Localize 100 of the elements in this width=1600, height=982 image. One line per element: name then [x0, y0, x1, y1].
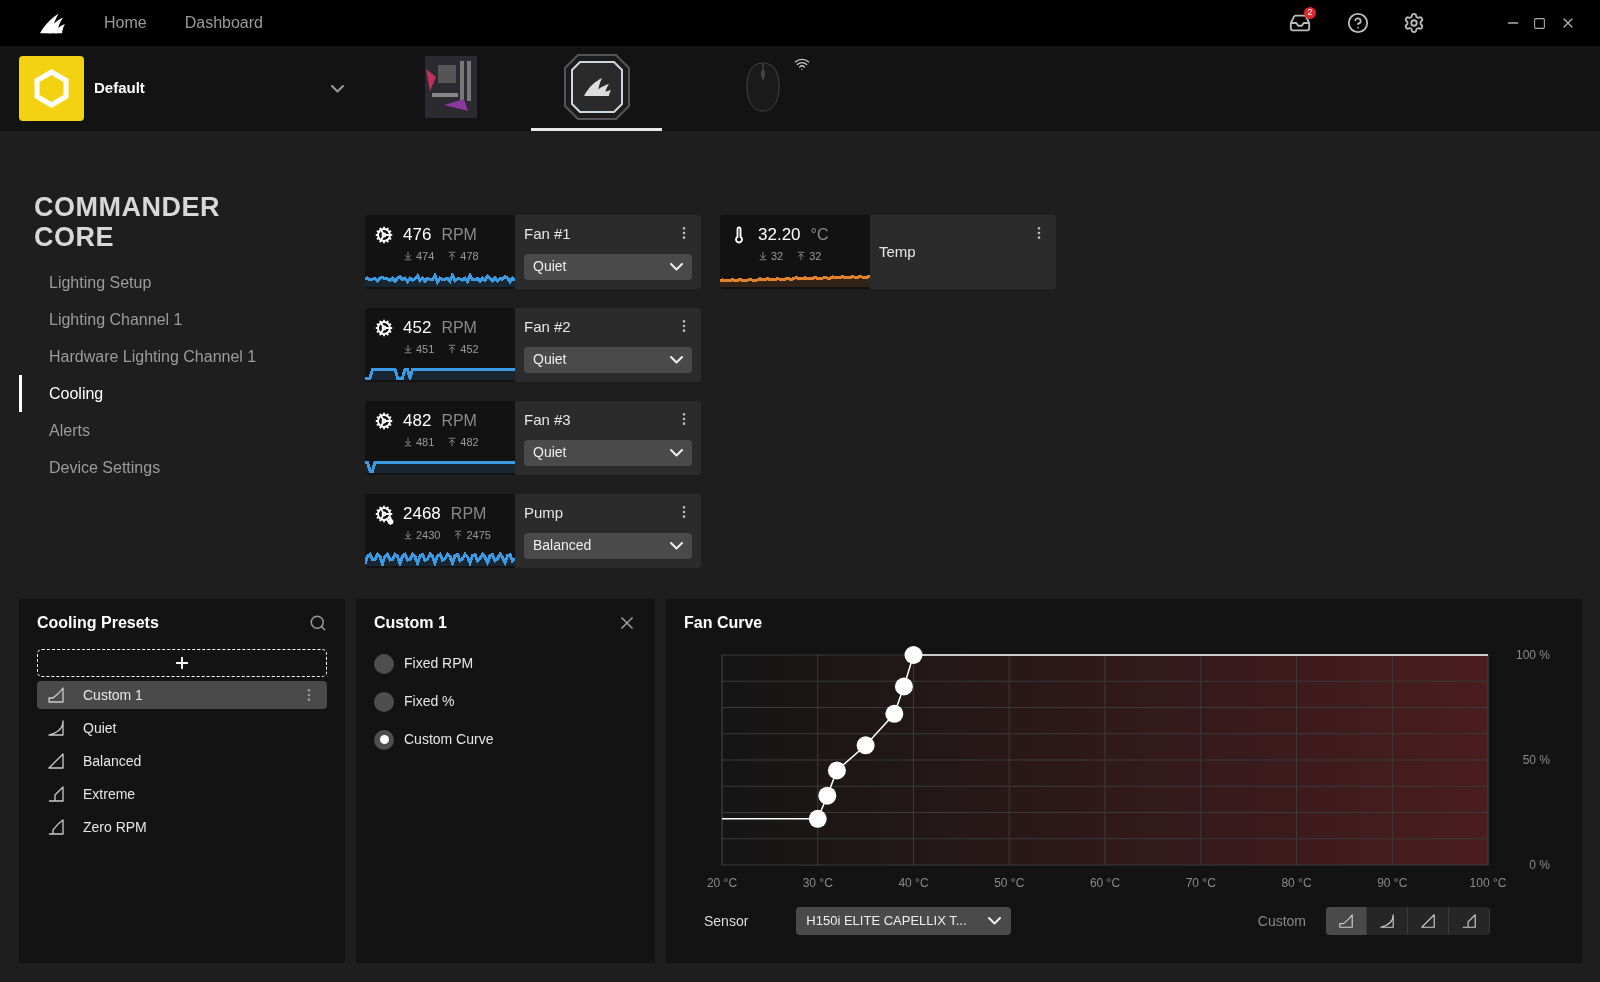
maximum-value: 478 — [460, 248, 479, 264]
sidebar-item[interactable]: Lighting Channel 1 — [19, 301, 365, 338]
channel-name: Fan #3 — [524, 410, 571, 430]
minimum-value: 481 — [416, 434, 435, 450]
curve-icon — [1338, 913, 1354, 929]
curve-icon — [47, 719, 65, 737]
minimum-value: 2430 — [416, 527, 441, 543]
channel-name: Fan #1 — [524, 224, 571, 244]
axis-label: 80 °C — [1281, 876, 1312, 890]
fan-icon — [375, 318, 393, 337]
preset-item[interactable]: Extreme — [37, 780, 327, 808]
settings-icon[interactable] — [1403, 12, 1425, 34]
maximum-value: 2475 — [466, 527, 491, 543]
chevron-icon — [670, 262, 683, 271]
sidebar-item[interactable]: Hardware Lighting Channel 1 — [19, 338, 365, 375]
radio-button[interactable] — [374, 691, 394, 712]
minimum-icon — [403, 250, 413, 261]
minimum-value: 451 — [416, 341, 435, 357]
device-title: COMMANDER CORE — [34, 192, 221, 252]
profile-selector[interactable]: Default — [19, 56, 344, 121]
preset-dropdown[interactable]: Quiet — [524, 253, 692, 280]
reading-unit: RPM — [450, 503, 487, 524]
axis-label: 50 % — [1522, 753, 1550, 767]
sidebar-item[interactable]: Device Settings — [19, 449, 365, 486]
panel-title: Fan Curve — [684, 613, 764, 633]
radio-button[interactable] — [374, 653, 394, 674]
cooler-icon — [563, 54, 630, 120]
reading-value: 32.20 — [758, 224, 801, 246]
minimum-value: 474 — [416, 248, 435, 264]
minimum-icon — [403, 436, 413, 447]
help-icon[interactable] — [1347, 12, 1369, 34]
maximum-icon — [447, 343, 458, 354]
chevron-icon — [988, 917, 1002, 925]
sidebar-item[interactable]: Alerts — [19, 412, 365, 449]
curve-icon — [47, 785, 65, 803]
maximum-icon — [447, 436, 458, 447]
curve-point[interactable] — [904, 646, 923, 664]
maximum-value: 482 — [460, 434, 479, 450]
curve-point[interactable] — [808, 809, 827, 828]
reading-value: 482 — [403, 410, 432, 432]
search-icon[interactable] — [309, 614, 327, 632]
logo-icon — [38, 11, 66, 35]
reading-unit: RPM — [441, 410, 477, 431]
curve-icon — [1420, 913, 1436, 929]
curve-point[interactable] — [885, 704, 904, 723]
preset-dropdown[interactable]: Balanced — [524, 532, 692, 559]
curve-point[interactable] — [894, 677, 913, 696]
curve-point[interactable] — [818, 786, 837, 805]
axis-label: 40 °C — [898, 876, 929, 890]
preset-dropdown[interactable]: Quiet — [524, 439, 692, 466]
panel-title: Cooling Presets — [37, 613, 159, 633]
axis-label: 50 °C — [994, 876, 1025, 890]
minimum-icon — [403, 529, 413, 540]
preset-item[interactable]: Zero RPM — [37, 813, 327, 841]
chevron-icon — [331, 84, 344, 93]
panel-title: Custom 1 — [374, 613, 447, 633]
reading-value: 452 — [403, 317, 432, 339]
axis-label: 70 °C — [1185, 876, 1216, 890]
reading-unit: °C — [810, 224, 829, 245]
minimum-icon — [758, 250, 768, 261]
nav-link[interactable]: Home — [104, 11, 147, 35]
radio-button[interactable] — [374, 729, 394, 750]
chevron-icon — [670, 541, 683, 550]
sensor-dropdown[interactable]: H150i ELITE CAPELLIX T... — [796, 907, 1012, 935]
maximize-icon[interactable] — [1533, 16, 1546, 30]
curve-point[interactable] — [856, 736, 875, 755]
axis-label: 0 % — [1529, 858, 1550, 872]
mouse-icon — [745, 62, 780, 112]
curve-icon — [1461, 913, 1477, 929]
curve-icon — [47, 686, 65, 704]
reading-value: 2468 — [403, 503, 441, 525]
radio-label: Custom Curve — [404, 730, 494, 749]
fan-icon — [375, 411, 393, 430]
maximum-icon — [447, 250, 458, 261]
nav-link[interactable]: Dashboard — [184, 11, 263, 35]
maximum-icon — [453, 529, 464, 540]
curve-point[interactable] — [827, 761, 846, 780]
preset-item[interactable]: Custom 1 — [37, 681, 327, 709]
reading-unit: RPM — [441, 224, 477, 245]
fan-icon — [375, 225, 393, 244]
notification-badge: 2 — [1304, 7, 1316, 19]
chevron-icon — [670, 355, 683, 364]
preset-dropdown[interactable]: Quiet — [524, 346, 692, 373]
minimum-value: 32 — [771, 248, 784, 264]
profile-name: Default — [94, 78, 146, 99]
reading-value: 476 — [403, 224, 432, 246]
add-preset-button[interactable] — [37, 649, 327, 677]
minimum-icon — [403, 343, 413, 354]
maximum-icon — [796, 250, 807, 261]
chevron-icon — [670, 448, 683, 457]
radio-label: Fixed % — [404, 692, 455, 711]
radio-label: Fixed RPM — [404, 654, 474, 673]
profile-icon — [19, 56, 84, 121]
preset-item[interactable]: Quiet — [37, 714, 327, 742]
preset-item[interactable]: Balanced — [37, 747, 327, 775]
sensor-label: Sensor — [704, 911, 749, 931]
curve-preset-button[interactable] — [1326, 907, 1367, 935]
channel-name: Fan #2 — [524, 317, 571, 337]
motherboard-icon — [423, 55, 478, 119]
sidebar-item[interactable]: Lighting Setup — [19, 264, 365, 301]
